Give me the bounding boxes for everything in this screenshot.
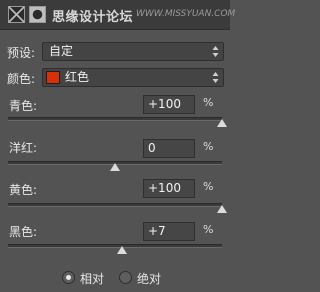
cyan-slider-thumb[interactable] <box>217 119 227 127</box>
cyan-value-field[interactable]: +100 <box>143 95 195 114</box>
magenta-value-field[interactable]: 0 <box>143 139 195 158</box>
black-percent: % <box>203 223 214 236</box>
yellow-slider-track[interactable] <box>8 203 222 207</box>
black-value-field[interactable]: +7 <box>143 222 195 241</box>
magenta-label: 洋红: <box>9 141 38 155</box>
colors-value: 红色 <box>65 70 90 84</box>
yellow-slider-thumb[interactable] <box>217 205 227 213</box>
radio-relative-circle[interactable] <box>62 271 75 284</box>
black-slider-thumb[interactable] <box>117 246 128 254</box>
preset-dropdown[interactable]: 自定 <box>42 42 224 61</box>
magenta-slider-thumb[interactable] <box>110 163 120 171</box>
watermark: WWW.MISSYUAN.COM <box>136 9 236 19</box>
colors-label: 颜色: <box>7 72 36 86</box>
color-swatch <box>46 71 60 84</box>
black-slider-track[interactable] <box>8 244 222 248</box>
yellow-percent: % <box>203 180 214 193</box>
panel-header: 思缘设计论坛 WWW.MISSYUAN.COM <box>0 0 235 30</box>
selective-color-panel: 思缘设计论坛 WWW.MISSYUAN.COM 预设: 自定 颜色: 红色 青色… <box>0 0 235 292</box>
preset-value: 自定 <box>49 44 74 58</box>
dropdown-arrows-icon <box>212 72 219 83</box>
layer-mask-icon[interactable] <box>29 6 46 23</box>
magenta-percent: % <box>203 140 214 153</box>
radio-absolute-circle[interactable] <box>119 271 132 284</box>
yellow-label: 黄色: <box>9 183 38 197</box>
yellow-value-field[interactable]: +100 <box>143 179 195 198</box>
panel-title: 思缘设计论坛 <box>52 10 134 25</box>
cyan-slider-track[interactable] <box>8 117 222 121</box>
cyan-label: 青色: <box>9 99 38 113</box>
black-label: 黑色: <box>9 225 38 239</box>
adjustment-layer-icon[interactable] <box>8 6 25 23</box>
radio-relative-label: 相对 <box>80 272 105 286</box>
dropdown-arrows-icon <box>212 46 219 57</box>
preset-label: 预设: <box>7 46 36 60</box>
radio-selected-dot <box>66 275 71 280</box>
colors-dropdown[interactable]: 红色 <box>42 68 224 87</box>
radio-absolute-label: 绝对 <box>137 272 162 286</box>
cyan-percent: % <box>203 96 214 109</box>
